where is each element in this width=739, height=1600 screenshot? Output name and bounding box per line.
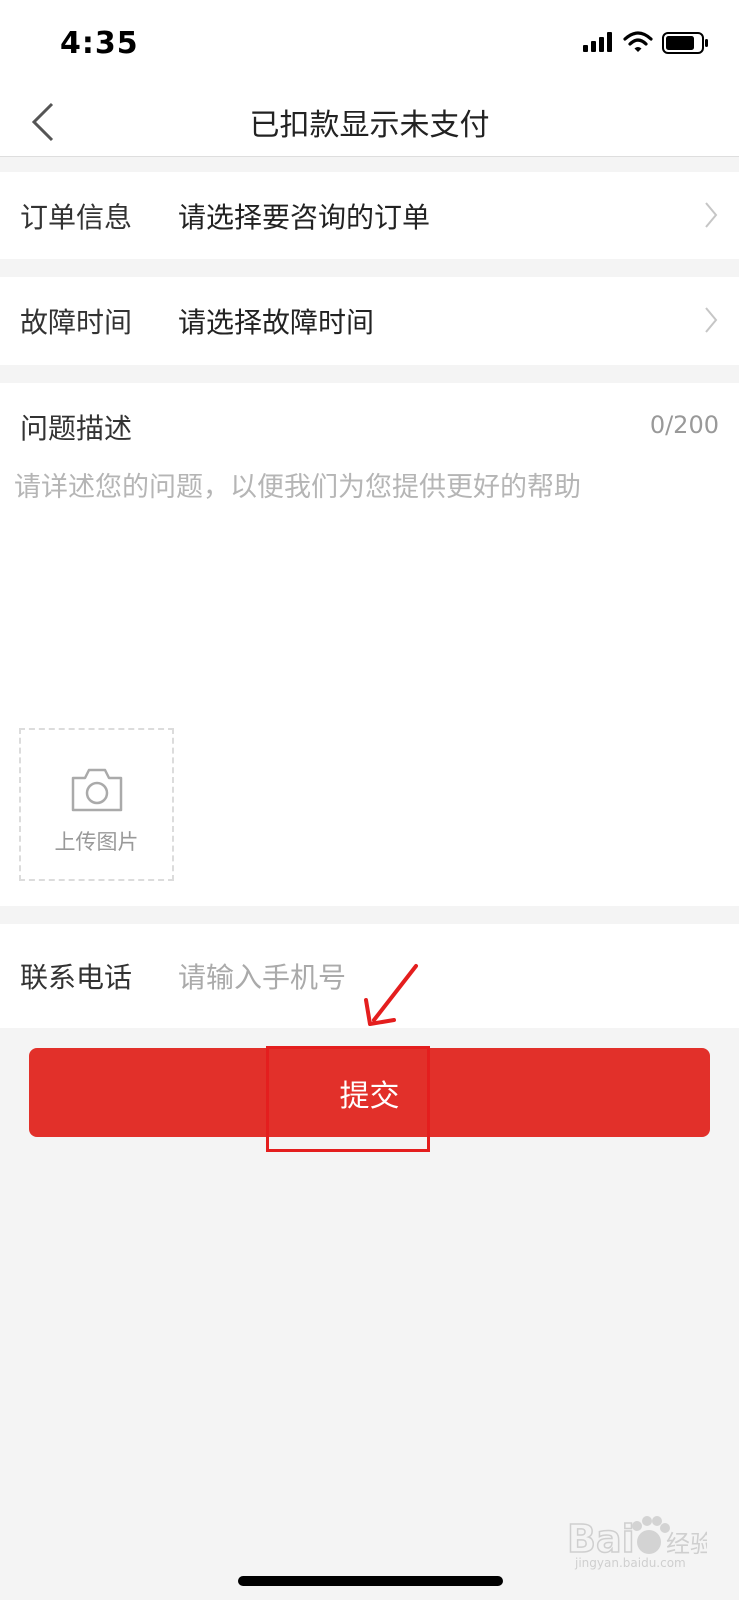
fault-time-row[interactable]: 故障时间 请选择故障时间 <box>0 277 739 365</box>
fault-time-label: 故障时间 <box>20 306 133 339</box>
camera-icon <box>71 768 123 812</box>
svg-text:经验: 经验 <box>666 1530 707 1558</box>
page-title: 已扣款显示未支付 <box>249 108 490 143</box>
baidu-watermark-logo: Bai 经验 jingyan.baidu.com <box>567 1516 707 1570</box>
char-counter: 0/200 <box>649 411 719 439</box>
upload-image-label: 上传图片 <box>54 830 139 854</box>
svg-text:jingyan.baidu.com: jingyan.baidu.com <box>574 1556 686 1570</box>
cellular-signal-icon <box>583 32 612 52</box>
status-bar: 4:35 <box>0 0 739 88</box>
description-input[interactable]: 请详述您的问题，以便我们为您提供更好的帮助 <box>14 465 581 504</box>
status-time: 4:35 <box>60 26 139 61</box>
order-info-label: 订单信息 <box>20 201 133 234</box>
chevron-right-icon <box>705 307 718 333</box>
battery-icon <box>662 32 708 54</box>
nav-bar: 已扣款显示未支付 <box>0 88 739 157</box>
description-section: 问题描述 0/200 请详述您的问题，以便我们为您提供更好的帮助 上传图片 <box>0 383 739 906</box>
phone-input[interactable]: 请输入手机号 <box>178 956 346 996</box>
order-info-row[interactable]: 订单信息 请选择要咨询的订单 <box>0 172 739 259</box>
contact-label: 联系电话 <box>20 961 133 994</box>
description-title: 问题描述 <box>20 412 133 445</box>
upload-image-button[interactable]: 上传图片 <box>19 728 174 881</box>
annotation-arrow-icon <box>364 964 418 1026</box>
fault-time-value[interactable]: 请选择故障时间 <box>178 301 374 341</box>
order-select-value[interactable]: 请选择要咨询的订单 <box>178 196 430 236</box>
svg-text:Bai: Bai <box>567 1517 635 1561</box>
submit-button[interactable]: 提交 <box>29 1048 710 1137</box>
home-indicator <box>238 1576 503 1586</box>
wifi-icon <box>623 31 653 52</box>
chevron-right-icon <box>705 202 718 228</box>
